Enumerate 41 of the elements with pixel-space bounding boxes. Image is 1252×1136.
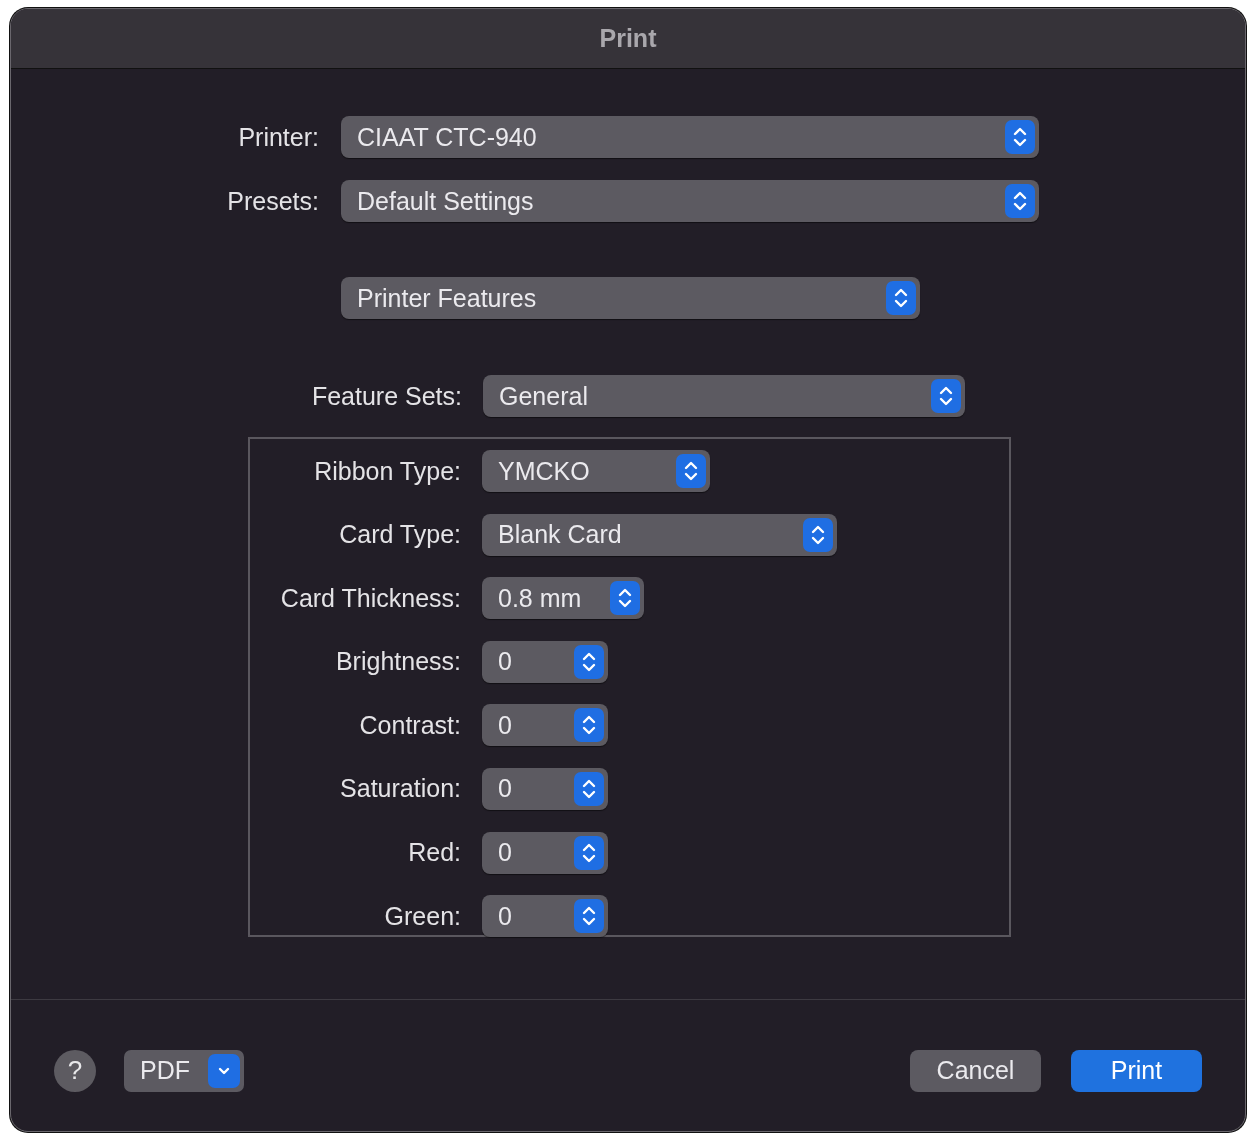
popup-menu[interactable]: Printer Features: [341, 277, 920, 319]
popup-menu[interactable]: YMCKO: [482, 450, 710, 492]
field-label: Brightness:: [334, 647, 461, 677]
field-label: Card Type:: [338, 520, 461, 550]
field-label: Saturation:: [339, 774, 461, 804]
stepper-icon: [803, 517, 833, 552]
window-title: Print: [599, 24, 657, 53]
popup-menu[interactable]: 0: [482, 640, 608, 683]
popup-menu[interactable]: 0: [482, 767, 608, 810]
caret-icon: [208, 1053, 240, 1088]
field-label: Presets:: [226, 186, 319, 216]
popup-menu[interactable]: 0.8 mm: [482, 577, 644, 620]
pdf-menu-button[interactable]: PDF: [124, 1049, 244, 1092]
field-label: Red:: [407, 838, 461, 868]
field-label: Contrast:: [358, 710, 461, 740]
help-button[interactable]: ?: [54, 1049, 96, 1092]
stepper-icon: [610, 581, 640, 616]
popup-menu[interactable]: Blank Card: [482, 513, 837, 556]
stepper-icon: [574, 899, 604, 934]
stepper-icon: [574, 644, 604, 679]
field-label: Green:: [383, 901, 461, 931]
popup-menu[interactable]: Default Settings: [341, 180, 1039, 222]
stepper-icon: [574, 835, 604, 870]
stepper-icon: [931, 379, 961, 413]
popup-menu[interactable]: General: [483, 375, 965, 417]
popup-menu[interactable]: 0: [482, 831, 608, 874]
popup-menu[interactable]: CIAAT CTC-940: [341, 116, 1039, 158]
stepper-icon: [1005, 120, 1035, 154]
popup-menu[interactable]: 0: [482, 704, 608, 747]
field-label: Feature Sets:: [310, 381, 462, 411]
stepper-icon: [574, 708, 604, 743]
print-button[interactable]: Print: [1071, 1049, 1202, 1092]
cancel-button[interactable]: Cancel: [910, 1049, 1041, 1092]
field-label: Ribbon Type:: [313, 456, 461, 486]
field-label: Card Thickness:: [279, 583, 461, 613]
popup-menu[interactable]: 0: [482, 895, 608, 938]
stepper-icon: [574, 771, 604, 806]
stepper-icon: [1005, 184, 1035, 218]
stepper-icon: [886, 281, 916, 315]
stepper-icon: [676, 454, 706, 488]
field-label: Printer:: [237, 122, 319, 152]
